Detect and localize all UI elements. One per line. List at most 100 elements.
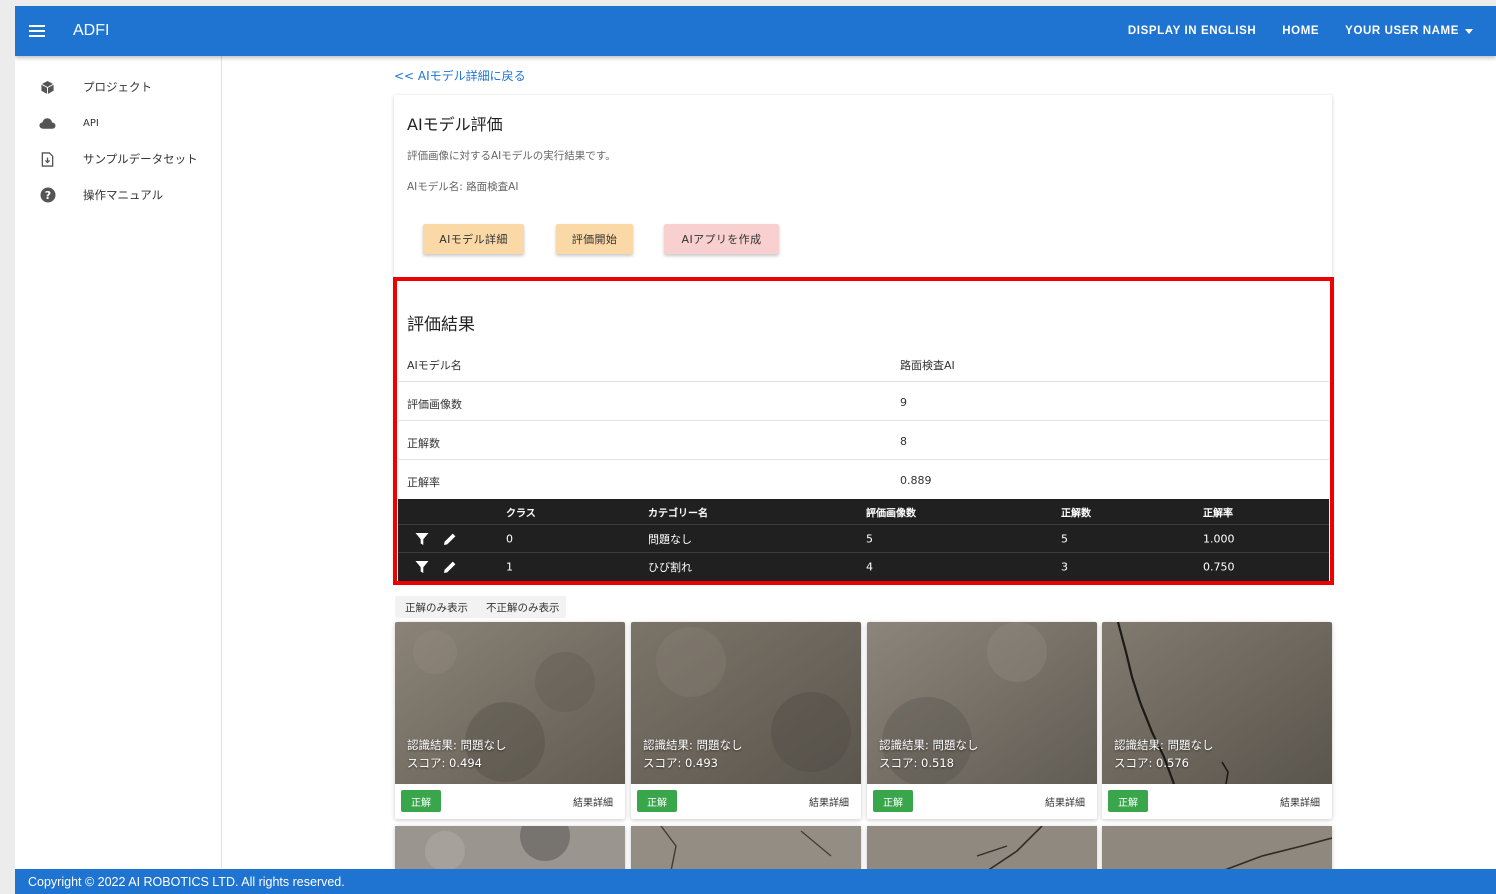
table-header: クラス カテゴリー名 評価画像数 正解数 正解率 (398, 499, 1329, 525)
result-title: 評価結果 (407, 315, 475, 335)
result-detail-link[interactable]: 結果詳細 (573, 794, 613, 809)
svg-text:?: ? (44, 189, 50, 202)
start-evaluation-button[interactable]: 評価開始 (556, 224, 633, 254)
result-key: 正解率 (407, 476, 440, 489)
recognition-score: スコア: 0.494 (407, 756, 482, 770)
header-class: クラス (506, 508, 536, 519)
cloud-icon (39, 115, 56, 132)
user-menu[interactable]: YOUR USER NAME (1332, 6, 1486, 56)
cube-icon (39, 79, 56, 96)
correct-badge: 正解 (637, 790, 677, 812)
pencil-icon[interactable] (442, 559, 458, 575)
sidebar-item-label: サンプルデータセット (83, 152, 198, 166)
cell-correct-count: 5 (1061, 532, 1068, 545)
recognition-score: スコア: 0.493 (643, 756, 718, 770)
cell-category: ひび割れ (648, 561, 692, 574)
result-row: AIモデル名 路面検査AI (398, 343, 1329, 382)
recognition-result: 認識結果: 問題なし (1114, 738, 1214, 752)
filter-icon[interactable] (414, 559, 430, 575)
correctness-filter-toggle: 正解のみ表示 不正解のみ表示 (395, 596, 566, 618)
result-image-card[interactable]: 認識結果: 問題なし スコア: 0.494 正解 結果詳細 (395, 622, 625, 819)
header-accuracy: 正解率 (1203, 508, 1233, 519)
caret-down-icon (1465, 28, 1473, 34)
filter-icon[interactable] (414, 531, 430, 547)
recognition-overlay: 認識結果: 問題なし スコア: 0.518 (879, 736, 979, 772)
user-name: YOUR USER NAME (1345, 25, 1459, 37)
copyright-text: Copyright © 2022 AI ROBOTICS LTD. All ri… (28, 874, 345, 889)
result-value: 9 (900, 396, 907, 409)
result-key: AIモデル名 (407, 359, 462, 372)
pencil-icon[interactable] (442, 531, 458, 547)
help-circle-icon: ? (39, 187, 56, 204)
correct-badge: 正解 (401, 790, 441, 812)
menu-icon[interactable] (15, 6, 61, 56)
result-key: 評価画像数 (407, 398, 462, 411)
result-detail-link[interactable]: 結果詳細 (1280, 794, 1320, 809)
result-detail-link[interactable]: 結果詳細 (1045, 794, 1085, 809)
sidebar-item-api[interactable]: API (15, 105, 221, 141)
sidebar-item-label: API (83, 117, 99, 129)
result-image-card[interactable]: 認識結果: 問題なし スコア: 0.576 正解 結果詳細 (1102, 622, 1332, 819)
table-row: 1 ひび割れ 4 3 0.750 (398, 553, 1329, 581)
file-download-icon (39, 151, 56, 168)
top-nav: DISPLAY IN ENGLISH HOME YOUR USER NAME (1115, 6, 1486, 56)
top-app-bar: ADFI DISPLAY IN ENGLISH HOME YOUR USER N… (15, 6, 1496, 56)
recognition-result: 認識結果: 問題なし (879, 738, 979, 752)
recognition-score: スコア: 0.518 (879, 756, 954, 770)
app-brand[interactable]: ADFI (73, 22, 109, 40)
header-image-count: 評価画像数 (866, 508, 916, 519)
cell-image-count: 4 (866, 560, 873, 574)
result-image-thumbnail[interactable] (1102, 826, 1332, 871)
cell-category: 問題なし (648, 532, 692, 546)
page-description: 評価画像に対するAIモデルの実行結果です。 (407, 150, 616, 162)
home-link[interactable]: HOME (1269, 6, 1332, 56)
show-incorrect-only-button[interactable]: 不正解のみ表示 (474, 596, 566, 618)
model-detail-button[interactable]: AIモデル詳細 (423, 224, 524, 254)
table-row: 0 問題なし 5 5 1.000 (398, 525, 1329, 553)
recognition-overlay: 認識結果: 問題なし スコア: 0.494 (407, 736, 507, 772)
cell-correct-count: 3 (1061, 560, 1068, 574)
result-row: 正解率 0.889 (398, 460, 1329, 499)
result-row: 正解数 8 (398, 421, 1329, 460)
sidebar-item-label: プロジェクト (83, 80, 152, 94)
sidebar-item-label: 操作マニュアル (83, 188, 164, 202)
result-image-thumbnail[interactable] (631, 826, 861, 871)
cell-class: 1 (506, 560, 513, 574)
sidebar-item-manual[interactable]: ? 操作マニュアル (15, 177, 221, 213)
cell-class: 0 (506, 532, 513, 545)
result-image-card[interactable]: 認識結果: 問題なし スコア: 0.493 正解 結果詳細 (631, 622, 861, 819)
show-correct-only-button[interactable]: 正解のみ表示 (395, 596, 474, 618)
footer: Copyright © 2022 AI ROBOTICS LTD. All ri… (15, 869, 1496, 894)
display-in-english-link[interactable]: DISPLAY IN ENGLISH (1115, 6, 1269, 56)
sidebar-item-sample-dataset[interactable]: サンプルデータセット (15, 141, 221, 177)
cell-accuracy: 1.000 (1203, 532, 1235, 545)
sidebar: プロジェクト API サンプルデータセット ? 操作マニュアル (15, 56, 222, 868)
result-value: 0.889 (900, 474, 932, 487)
evaluation-result-section: 評価結果 AIモデル名 路面検査AI 評価画像数 9 正解数 8 正解率 0.8… (393, 277, 1334, 585)
result-detail-link[interactable]: 結果詳細 (809, 794, 849, 809)
recognition-result: 認識結果: 問題なし (407, 738, 507, 752)
result-image-thumbnail[interactable] (395, 826, 625, 871)
back-to-model-detail-link[interactable]: << AIモデル詳細に戻る (394, 67, 526, 84)
result-image-card[interactable]: 認識結果: 問題なし スコア: 0.518 正解 結果詳細 (867, 622, 1097, 819)
result-image-thumbnail[interactable] (867, 826, 1097, 871)
cell-accuracy: 0.750 (1203, 560, 1235, 574)
result-key: 正解数 (407, 437, 440, 450)
correct-badge: 正解 (1108, 790, 1148, 812)
header-correct-count: 正解数 (1061, 508, 1091, 519)
header-category: カテゴリー名 (648, 508, 708, 519)
result-value: 8 (900, 435, 907, 448)
model-name-line: AIモデル名: 路面検査AI (407, 181, 519, 193)
sidebar-item-project[interactable]: プロジェクト (15, 69, 221, 105)
recognition-overlay: 認識結果: 問題なし スコア: 0.493 (643, 736, 743, 772)
correct-badge: 正解 (873, 790, 913, 812)
page-title: AIモデル評価 (407, 115, 503, 134)
recognition-overlay: 認識結果: 問題なし スコア: 0.576 (1114, 736, 1214, 772)
class-result-table: クラス カテゴリー名 評価画像数 正解数 正解率 0 問題なし 5 5 1.00… (398, 499, 1329, 581)
cell-image-count: 5 (866, 532, 873, 545)
result-row: 評価画像数 9 (398, 382, 1329, 421)
recognition-score: スコア: 0.576 (1114, 756, 1189, 770)
result-value: 路面検査AI (900, 359, 955, 372)
recognition-result: 認識結果: 問題なし (643, 738, 743, 752)
create-ai-app-button[interactable]: AIアプリを作成 (664, 224, 779, 254)
